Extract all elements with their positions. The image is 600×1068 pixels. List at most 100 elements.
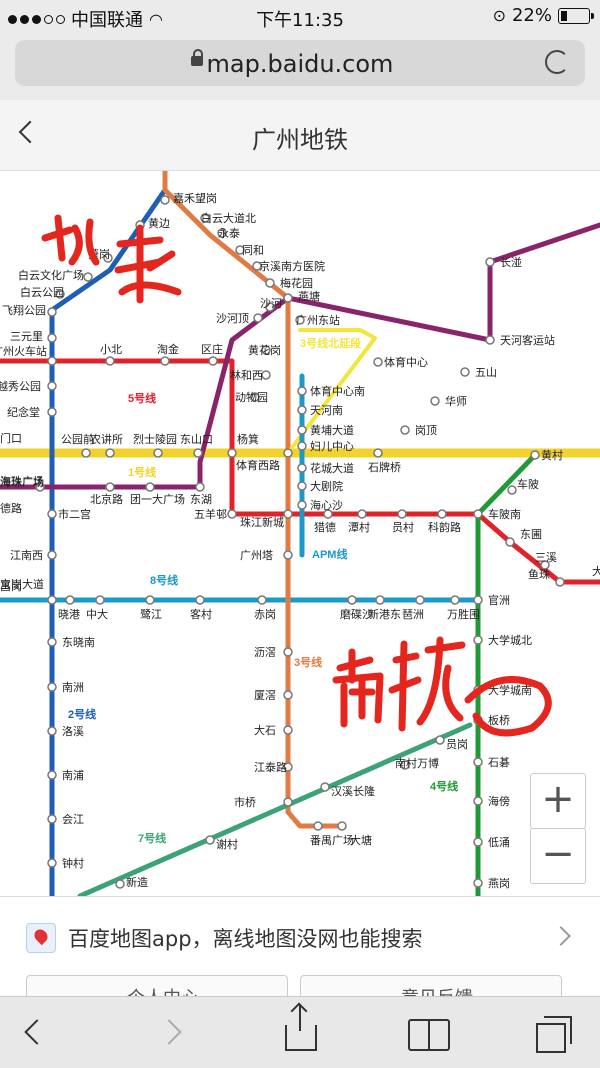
station-marker	[160, 195, 170, 205]
station-name: 黄埔大道	[310, 423, 354, 437]
station-marker	[505, 537, 515, 547]
station-marker	[297, 405, 307, 415]
station-marker	[105, 356, 115, 366]
station-name: 石碁	[488, 755, 510, 769]
line2-label: 2号线	[68, 707, 96, 721]
forward-icon[interactable]	[158, 1015, 192, 1049]
annotation-stroke	[114, 224, 182, 304]
station-marker	[83, 272, 93, 282]
station-name: 岗顶	[415, 424, 437, 437]
station-name: 体育中心南	[310, 384, 365, 398]
station-marker	[473, 757, 483, 767]
station-name: 燕塘	[298, 289, 320, 303]
station-name: 新造	[126, 875, 148, 889]
station-name: 会江	[62, 813, 84, 826]
station-marker	[227, 448, 237, 458]
station-marker	[397, 509, 407, 519]
zoom-out-button[interactable]: −	[530, 828, 586, 884]
back-icon[interactable]	[18, 1015, 52, 1049]
station-name: 市二宫	[58, 507, 91, 521]
station-name: 赤岗	[254, 608, 276, 621]
station-name: 京溪南方医院	[259, 259, 325, 273]
station-marker	[473, 509, 483, 519]
line8-label: 8号线	[150, 573, 178, 587]
line2-route	[49, 187, 168, 896]
url-text[interactable]: map.baidu.com	[15, 50, 585, 78]
share-icon[interactable]	[285, 1005, 317, 1051]
station-marker	[227, 509, 237, 519]
station-name: 番禺广场	[310, 833, 354, 847]
annotation-stroke	[332, 648, 384, 728]
station-marker	[47, 509, 57, 519]
station-marker	[47, 637, 57, 647]
station-name: 东山口	[180, 433, 213, 446]
station-marker	[283, 647, 293, 657]
station-name: 鹭江	[140, 607, 162, 621]
station-marker	[47, 333, 57, 343]
station-name: 广州塔	[240, 549, 273, 562]
station-marker	[47, 407, 57, 417]
station-name: 新港东	[368, 607, 401, 621]
status-bar: 中国联通 ◠ 下午11:35 ⊙ 22%	[0, 0, 600, 34]
station-name: 梅花园	[280, 276, 313, 290]
station-marker	[47, 307, 57, 317]
station-marker	[297, 425, 307, 435]
station-name: 南村万博	[395, 756, 439, 770]
station-name: 万胜围	[447, 607, 480, 621]
tabs-icon[interactable]	[536, 1016, 572, 1053]
promo-text[interactable]: 百度地图app，离线地图没网也能搜索	[68, 923, 423, 953]
station-marker	[253, 313, 263, 323]
station-name: 沥滘	[254, 646, 276, 659]
station-marker	[115, 879, 125, 889]
station-name: 员村	[392, 520, 414, 534]
zoom-in-button[interactable]: +	[530, 773, 586, 829]
station-marker	[47, 381, 57, 391]
metro-map-svg[interactable]: 嘉禾望岗黄边萧岗白云文化广场白云公园飞翔公园三元里广州火车站越秀公园纪念堂公园前…	[0, 171, 600, 896]
station-name: 花城大道	[310, 461, 354, 475]
station-marker	[435, 735, 445, 745]
station-marker	[283, 509, 293, 519]
chevron-right-icon[interactable]	[551, 926, 571, 946]
apm-label: APM线	[312, 547, 347, 561]
station-name: 北京路	[90, 492, 123, 506]
station-name: 宝岗大道	[0, 577, 44, 591]
station-marker	[261, 370, 271, 380]
address-bar[interactable]: map.baidu.com	[15, 40, 585, 86]
station-marker	[283, 448, 293, 458]
station-marker	[400, 425, 410, 435]
station-marker	[507, 485, 517, 495]
station-name: 嘉禾望岗	[173, 191, 217, 205]
station-marker	[153, 448, 163, 458]
station-marker	[485, 335, 495, 345]
station-marker	[208, 356, 218, 366]
station-name: 海傍	[488, 794, 510, 808]
baidu-map-app-icon	[26, 923, 56, 953]
station-name: 大石	[254, 723, 276, 737]
station-name: 体育西路	[236, 458, 280, 472]
bookmarks-icon[interactable]	[408, 1019, 450, 1051]
station-marker	[95, 595, 105, 605]
station-name: 市桥	[234, 795, 256, 809]
station-marker	[283, 797, 293, 807]
app-promo-banner[interactable]: 百度地图app，离线地图没网也能搜索 个人中心 意见反馈	[0, 896, 600, 1017]
station-marker	[195, 595, 205, 605]
station-marker	[485, 257, 495, 267]
station-marker	[375, 595, 385, 605]
station-name: 低涌	[488, 836, 510, 849]
station-name: 白云大道北	[201, 211, 256, 225]
station-marker	[160, 356, 170, 366]
station-name: 广州东站	[296, 313, 340, 327]
station-marker	[357, 509, 367, 519]
line4-label: 4号线	[430, 779, 458, 793]
station-name: 沙河	[260, 297, 282, 310]
station-marker	[555, 577, 565, 587]
station-marker	[473, 796, 483, 806]
station-marker	[47, 726, 57, 736]
reload-icon[interactable]	[545, 50, 569, 74]
station-name: 农讲所	[90, 432, 123, 446]
station-name: 潭村	[348, 520, 370, 534]
address-bar-area: map.baidu.com	[0, 34, 600, 100]
station-name: 烈士陵园	[133, 432, 177, 446]
battery-percent: 22%	[511, 5, 552, 26]
metro-map[interactable]: 嘉禾望岗黄边萧岗白云文化广场白云公园飞翔公园三元里广州火车站越秀公园纪念堂公园前…	[0, 171, 600, 896]
